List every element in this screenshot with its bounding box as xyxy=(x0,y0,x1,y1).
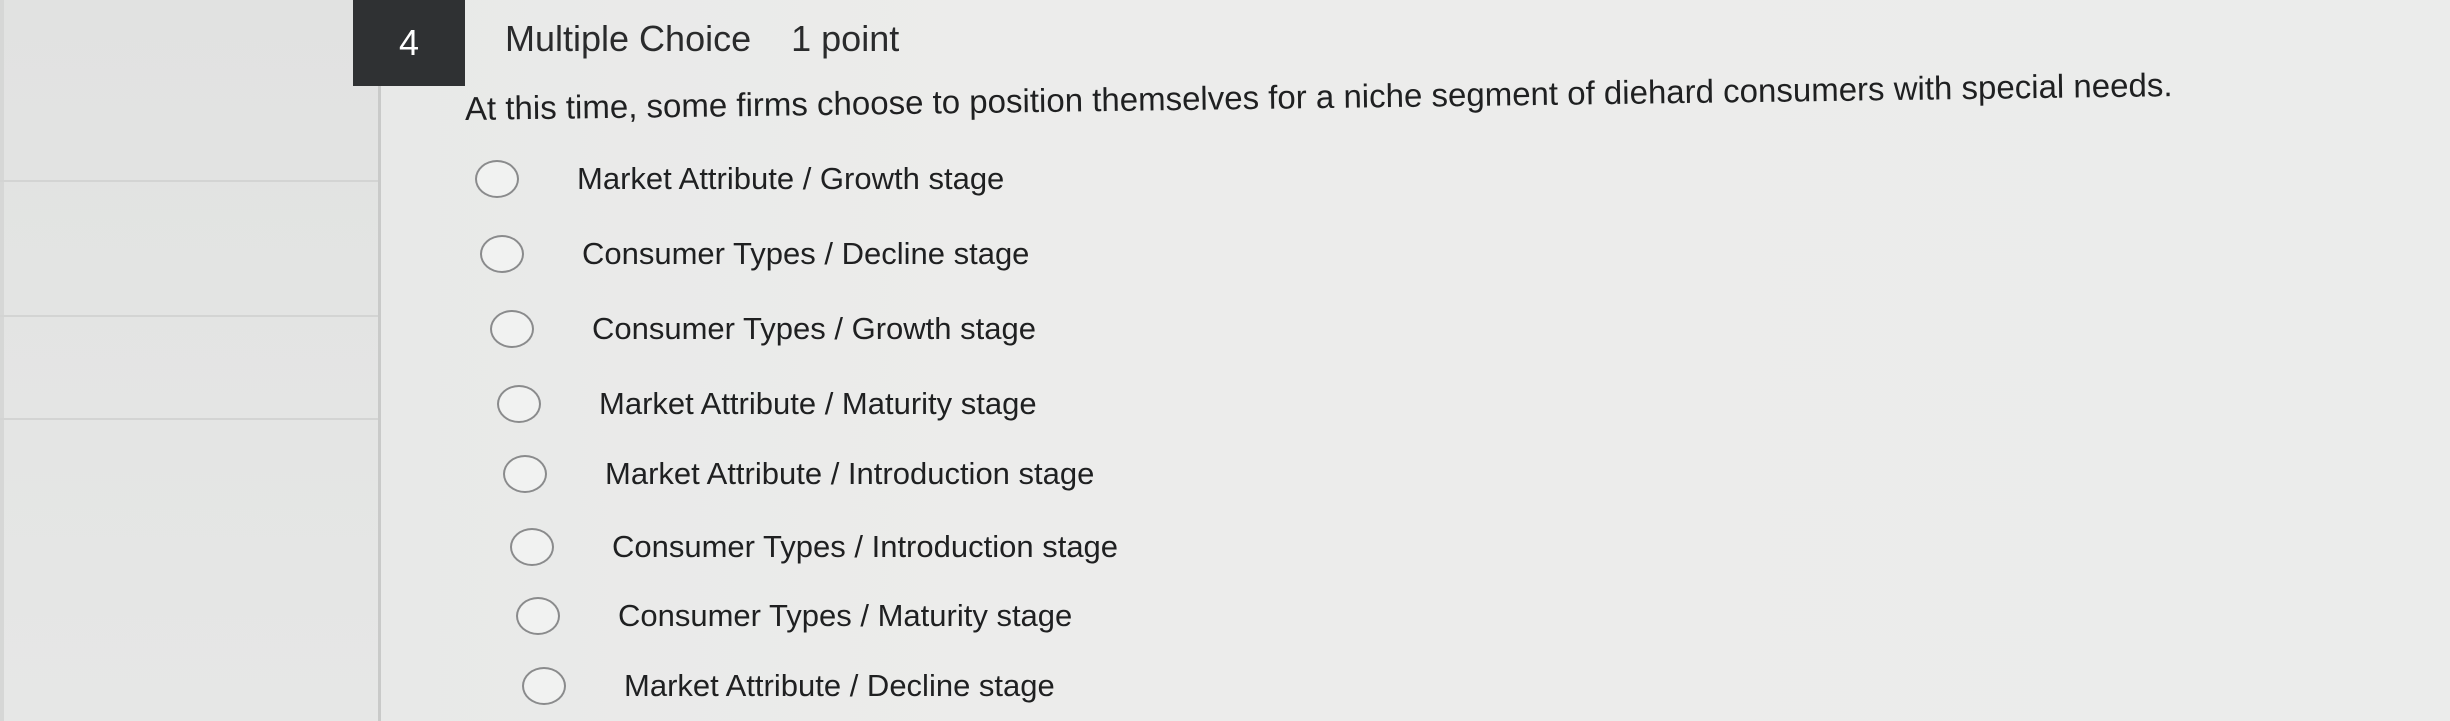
answer-option-label: Market Attribute / Introduction stage xyxy=(605,456,1095,491)
radio-button[interactable] xyxy=(503,455,547,493)
answer-option-label: Market Attribute / Maturity stage xyxy=(599,386,1037,421)
question-type: Multiple Choice xyxy=(505,18,752,59)
answer-option-label: Consumer Types / Introduction stage xyxy=(612,529,1119,564)
radio-button[interactable] xyxy=(510,528,554,566)
question-points: 1 point xyxy=(791,18,900,59)
sidebar-edge xyxy=(0,0,4,721)
answer-option[interactable]: Consumer Types / Growth stage xyxy=(490,310,1036,348)
answer-option-label: Consumer Types / Decline stage xyxy=(582,236,1030,271)
radio-button[interactable] xyxy=(475,160,519,198)
radio-button[interactable] xyxy=(480,235,524,273)
answer-option[interactable]: Consumer Types / Decline stage xyxy=(480,235,1029,273)
answer-option[interactable]: Market Attribute / Introduction stage xyxy=(503,455,1094,493)
quiz-page: 4 Multiple Choice 1 point At this time, … xyxy=(0,0,2450,721)
answer-option-label: Consumer Types / Maturity stage xyxy=(618,598,1073,633)
answer-option-label: Consumer Types / Growth stage xyxy=(592,311,1036,346)
radio-button[interactable] xyxy=(522,667,566,705)
radio-button[interactable] xyxy=(516,597,560,635)
radio-button[interactable] xyxy=(497,385,541,423)
sidebar-panel xyxy=(0,0,380,721)
question-number-badge: 4 xyxy=(353,0,465,86)
sidebar-divider xyxy=(0,180,380,182)
answer-option[interactable]: Market Attribute / Maturity stage xyxy=(497,385,1037,423)
question-left-border xyxy=(378,0,381,721)
answer-option-label: Market Attribute / Growth stage xyxy=(577,161,1005,196)
radio-button[interactable] xyxy=(490,310,534,348)
answer-option[interactable]: Market Attribute / Growth stage xyxy=(475,160,1004,198)
sidebar-divider xyxy=(0,418,380,420)
answer-option[interactable]: Consumer Types / Introduction stage xyxy=(510,528,1118,566)
question-meta: Multiple Choice 1 point xyxy=(505,18,899,60)
answer-option[interactable]: Consumer Types / Maturity stage xyxy=(516,597,1072,635)
sidebar-divider xyxy=(0,315,380,317)
answer-option[interactable]: Market Attribute / Decline stage xyxy=(522,667,1055,705)
question-stem: At this time, some firms choose to posit… xyxy=(464,66,2173,127)
answer-option-label: Market Attribute / Decline stage xyxy=(624,668,1055,703)
